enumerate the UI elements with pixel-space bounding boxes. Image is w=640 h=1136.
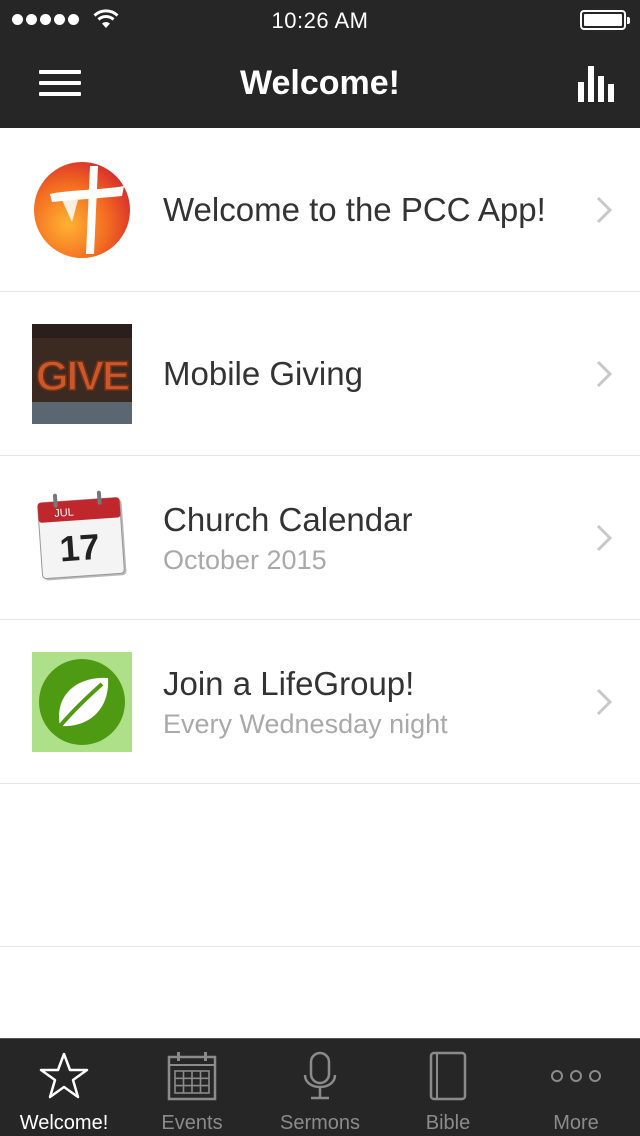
- list-item-text: Join a LifeGroup! Every Wednesday night: [163, 620, 573, 784]
- pcc-cross-logo-icon: [32, 160, 132, 260]
- chevron-right-icon: [596, 688, 613, 716]
- content-list: Welcome to the PCC App! GIVE Mobile Givi…: [0, 128, 640, 784]
- list-item-title: Church Calendar: [163, 500, 413, 538]
- list-item-text: Mobile Giving: [163, 292, 573, 456]
- tab-bible[interactable]: Bible: [384, 1039, 512, 1136]
- list-item-title: Join a LifeGroup!: [163, 664, 415, 702]
- chevron-right-icon: [596, 524, 613, 552]
- tab-label: Welcome!: [19, 1112, 109, 1134]
- battery-full-icon: [580, 10, 630, 30]
- status-time: 10:26 AM: [271, 8, 369, 33]
- list-item-lifegroup[interactable]: Join a LifeGroup! Every Wednesday night: [0, 620, 640, 784]
- status-bar: 10:26 AM: [0, 0, 640, 40]
- more-dots-icon: [551, 1070, 601, 1082]
- tab-events[interactable]: Events: [128, 1039, 256, 1136]
- list-item-title: Mobile Giving: [163, 355, 363, 392]
- list-item-subtitle: Every Wednesday night: [163, 708, 448, 739]
- chevron-right-icon: [596, 360, 613, 388]
- list-item-text: Church Calendar October 2015: [163, 456, 573, 620]
- list-item-church-calendar[interactable]: JUL 17 Church Calendar October 2015: [0, 456, 640, 620]
- list-item-welcome[interactable]: Welcome to the PCC App!: [0, 128, 640, 292]
- tab-label: Bible: [425, 1112, 471, 1134]
- leaf-icon: [32, 652, 132, 752]
- tab-more[interactable]: More: [512, 1039, 640, 1136]
- calendar-month-text: JUL: [54, 507, 74, 520]
- calendar-icon: JUL 17: [32, 488, 132, 588]
- list-item-mobile-giving[interactable]: GIVE Mobile Giving: [0, 292, 640, 456]
- tab-label: More: [553, 1112, 599, 1134]
- list-item-text: Welcome to the PCC App!: [163, 128, 573, 292]
- tab-label: Events: [161, 1112, 223, 1134]
- tab-label: Sermons: [279, 1112, 361, 1134]
- calendar-icon: [167, 1052, 217, 1101]
- star-icon: [39, 1052, 89, 1099]
- bar-chart-icon[interactable]: [576, 62, 618, 104]
- list-item-title: Welcome to the PCC App!: [163, 191, 546, 228]
- tab-bar: Welcome! Events Sermons Bible More: [0, 1038, 640, 1136]
- divider: [0, 946, 640, 947]
- microphone-icon: [303, 1051, 337, 1100]
- calendar-day-text: 17: [58, 526, 101, 570]
- give-letters-image: GIVE: [32, 324, 132, 424]
- page-title: Welcome!: [240, 64, 400, 102]
- give-letters-text: GIVE: [36, 352, 129, 399]
- tab-welcome[interactable]: Welcome!: [0, 1039, 128, 1136]
- top-bar: 10:26 AM Welcome!: [0, 0, 640, 128]
- book-icon: [429, 1051, 467, 1101]
- list-item-subtitle: October 2015: [163, 544, 327, 575]
- navigation-bar: Welcome!: [0, 40, 640, 128]
- chevron-right-icon: [596, 196, 613, 224]
- tab-sermons[interactable]: Sermons: [256, 1039, 384, 1136]
